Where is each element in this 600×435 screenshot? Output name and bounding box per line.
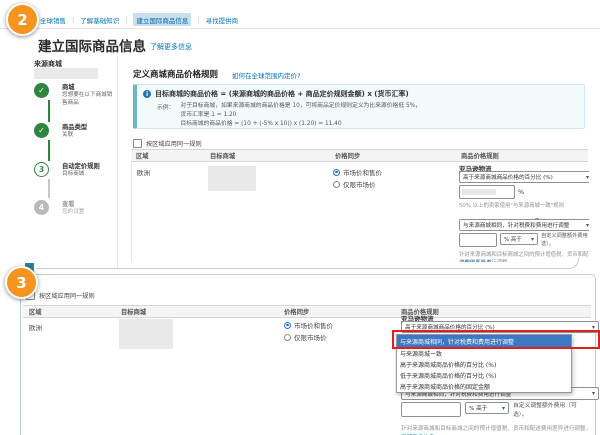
- step4-subtitle: 您的设置: [62, 207, 84, 215]
- adjust-fee-text: 自定义调整额外费用（可选）。: [541, 233, 589, 249]
- source-marketplace-value-redacted: [34, 68, 98, 79]
- sync-option-1-row: 市场价和售价: [333, 167, 382, 177]
- table1-row: 欧洲 市场价和售价 仅限市场价 亚马逊物流 高于来源商城商品价格的百分比 (%)…: [131, 162, 589, 262]
- col-target-marketplace: 目标商城: [210, 151, 335, 160]
- nav-separator: |: [72, 16, 74, 24]
- col-region: 区域: [23, 307, 121, 316]
- region-rule-label: 按区域应用同一规则: [39, 291, 95, 300]
- section1-heading: 定义商城商品价格规则: [133, 68, 218, 80]
- fba-rule-dropdown-list: 与来源商城相同，针对税费和费用进行调整 与来源商城一致 高于来源商城商品价格的百…: [396, 334, 572, 393]
- annotation-badge-3: 3: [5, 266, 38, 299]
- sync-option-1-label: 市场价和售价: [294, 320, 333, 330]
- tab-sell-globally[interactable]: 全球销售: [40, 15, 66, 25]
- fba-note: 50% 以上的卖家使用"与来源商城一致"规则: [459, 203, 589, 211]
- adjust-direction-select[interactable]: % 高于: [500, 233, 538, 245]
- fba-rule-select[interactable]: 高于来源商城商品价格的百分比 (%): [401, 321, 599, 333]
- sync-radio-price-and-sale[interactable]: [284, 322, 291, 329]
- nav-divider: [0, 28, 600, 29]
- col-price-sync: 价格同步: [284, 307, 401, 316]
- pricing-formula: 目标商城的商品价格 = (来源商城的商品价格 + 商品定价规则金额) x (货币…: [155, 89, 409, 99]
- pan-eu-rule-select[interactable]: 与来源商城相同，针对税费和费用进行调整: [459, 219, 589, 231]
- step-connector: [48, 100, 50, 122]
- top-nav: 全球销售 | 了解基础知识 | 建立国际商品信息 | 寻找提供商: [40, 13, 238, 26]
- annotation-badge-2: 2: [6, 3, 39, 36]
- tab-find-providers[interactable]: 寻找提供商: [206, 15, 239, 25]
- sync-option-1-row: 市场价和售价: [284, 320, 333, 330]
- nav-separator: |: [197, 16, 199, 24]
- tab-build-international-listings-active[interactable]: 建立国际商品信息: [133, 13, 191, 26]
- sync-option-2-label: 仅限市场价: [343, 179, 376, 189]
- adjust-fee-row: % 高于 自定义调整额外费用（可选）。: [401, 402, 579, 419]
- region-rule-checkbox[interactable]: [133, 139, 142, 148]
- region-value: 欧洲: [29, 322, 42, 332]
- step2-check-icon: [34, 123, 49, 138]
- sync-radio-price-and-sale[interactable]: [333, 169, 340, 176]
- step4-number-circle: 4: [34, 200, 49, 215]
- example-line3: 目标商城的商品价格 = (10 + (-5% x 10)) x (1.20) =…: [180, 120, 421, 129]
- tab-learn-basics[interactable]: 了解基础知识: [80, 15, 119, 25]
- step-connector: [48, 179, 50, 198]
- adjust-fee-text: 自定义调整额外费用（可选）。: [513, 402, 579, 419]
- example-label: 示例：: [157, 102, 174, 129]
- sync-option-1-label: 市场价和售价: [343, 167, 382, 177]
- adjust-fee-row: % 高于 自定义调整额外费用（可选）。: [459, 233, 589, 249]
- apply-rule-by-region-row: 按区域应用同一规则: [133, 139, 202, 148]
- dropdown-option-fixed-amount-above[interactable]: 高于来源商城商品价格的固定金额: [397, 381, 571, 392]
- table2-header: 区域 目标商城 价格同步 商品价格规则: [23, 305, 591, 318]
- target-marketplace-redacted: [119, 319, 173, 349]
- example-line2: 货币汇率是 1 = 1.20: [180, 111, 421, 120]
- step3-subtitle: 目标商城: [62, 169, 84, 177]
- step1-subtitle: 您想要在以下商城销售商品: [62, 90, 116, 106]
- region-value: 欧洲: [137, 167, 150, 177]
- pricing-formula-info-box: i 目标商城的商品价格 = (来源商城的商品价格 + 商品定价规则金额) x (…: [133, 84, 585, 129]
- adjust-fee-input[interactable]: [459, 233, 497, 247]
- dropdown-option-percent-above[interactable]: 高于来源商城商品价格的百分比 (%): [397, 359, 571, 370]
- sync-radio-price-only[interactable]: [284, 334, 291, 341]
- dropdown-option-percent-below[interactable]: 低于来源商城商品价格的百分比 (%): [397, 370, 571, 381]
- page-title: 建立国际商品信息: [38, 35, 146, 55]
- sidebar-divider: [117, 56, 118, 268]
- info-icon: i: [143, 90, 151, 98]
- fba-percent-row: %: [459, 185, 524, 199]
- dropdown-option-same-as-source[interactable]: 与来源商城一致: [397, 348, 571, 359]
- region-rule-label: 按区域应用同一规则: [146, 139, 202, 148]
- col-region: 区域: [131, 151, 210, 160]
- adjust-fee-input[interactable]: [401, 402, 461, 417]
- nav-separator: |: [125, 16, 127, 24]
- dropdown-option-match-adjusted[interactable]: 与来源商城相同，针对税费和费用进行调整: [397, 335, 571, 348]
- sync-option-2-row: 仅限市场价: [333, 179, 376, 189]
- col-target-marketplace: 目标商城: [121, 307, 284, 316]
- step3-number-circle: 3: [34, 162, 49, 177]
- example-line1: 对于目标商城，如果来源商城的商品价格是 10，可将商品定价规则定义为比来源价格低…: [180, 102, 421, 111]
- learn-more-link[interactable]: 了解更多信息: [150, 42, 192, 52]
- sync-radio-price-only[interactable]: [333, 181, 340, 188]
- step1-check-icon: [34, 83, 49, 98]
- apply-rule-by-region-row: 按区域应用同一规则: [26, 291, 95, 300]
- pricing-help-link[interactable]: 如何在全球范围内定价?: [232, 70, 300, 80]
- table1-header: 区域 目标商城 价格同步 商品价格规则: [131, 149, 588, 162]
- col-price-rule: 商品价格规则: [461, 151, 499, 160]
- col-price-sync: 价格同步: [335, 151, 461, 160]
- percent-sign: %: [518, 188, 524, 196]
- target-marketplace-redacted: [208, 166, 256, 191]
- fba-rule-select[interactable]: 高于来源商城商品价格的百分比 (%): [459, 171, 589, 183]
- build-international-listings-page: 2 全球销售 | 了解基础知识 | 建立国际商品信息 | 寻找提供商 建立国际商…: [0, 0, 600, 435]
- step-connector: [48, 140, 50, 161]
- sync-option-2-label: 仅限市场价: [294, 332, 327, 342]
- screenshot1-bottom-border: [36, 258, 579, 269]
- step2-subtitle: 关联: [62, 130, 73, 138]
- screenshot2-panel: 按区域应用同一规则 区域 目标商城 价格同步 商品价格规则 欧洲 市场价和售价 …: [20, 274, 596, 435]
- adjust-note: 针对来源商城和目标商城之间的预计增值税、货币和配送费用差异进行调整。: [401, 425, 593, 433]
- adjust-direction-select[interactable]: % 高于: [465, 402, 509, 414]
- sync-option-2-row: 仅限市场价: [284, 332, 327, 342]
- fba-percent-input[interactable]: [459, 185, 515, 199]
